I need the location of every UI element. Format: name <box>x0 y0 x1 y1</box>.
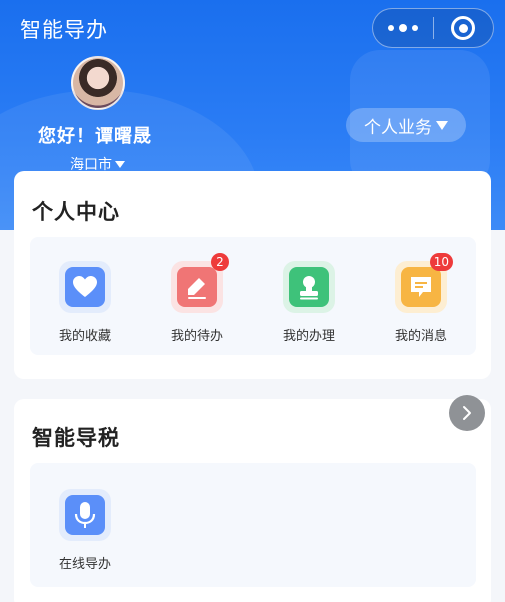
app-title: 智能导办 <box>20 18 108 42</box>
greeting-text: 您好！谭曙晟 <box>38 126 152 147</box>
notification-badge: 10 <box>429 253 453 271</box>
dot-icon <box>388 25 394 31</box>
menu-item-todo[interactable]: 2 我的待办 <box>157 253 237 344</box>
target-icon <box>451 16 476 40</box>
notification-badge: 2 <box>211 253 229 271</box>
more-button[interactable] <box>373 9 433 47</box>
chevron-right-icon <box>463 406 471 420</box>
menu-item-messages[interactable]: 10 我的消息 <box>381 253 461 344</box>
dot-icon <box>399 24 407 32</box>
menu-item-label: 我的消息 <box>394 329 447 344</box>
menu-item-favorites[interactable]: 我的收藏 <box>45 261 125 344</box>
stamp-icon <box>289 267 329 307</box>
chevron-down-icon <box>436 120 448 130</box>
miniprogram-capsule <box>372 8 494 48</box>
edit-icon <box>177 267 217 307</box>
menu-item-online-guide[interactable]: 在线导办 <box>45 489 125 572</box>
menu-item-label: 我的收藏 <box>58 329 111 344</box>
message-icon <box>401 267 441 307</box>
menu-item-label: 我的办理 <box>282 329 335 344</box>
personal-business-button[interactable]: 个人业务 <box>346 108 466 142</box>
chevron-down-icon <box>115 160 125 168</box>
smart-tax-card: 智能导税 在线导办 <box>14 399 491 602</box>
section-title: 智能导税 <box>32 426 120 450</box>
close-button[interactable] <box>434 9 493 47</box>
next-button[interactable] <box>449 395 485 431</box>
personal-business-label: 个人业务 <box>364 117 432 138</box>
avatar[interactable] <box>71 56 125 110</box>
personal-center-card: 个人中心 我的收藏 2 我的待办 我的办理 10 我的消息 <box>14 171 491 379</box>
dot-icon <box>412 25 418 31</box>
menu-item-label: 在线导办 <box>58 557 111 572</box>
menu-item-handled[interactable]: 我的办理 <box>269 261 349 344</box>
heart-icon <box>65 267 105 307</box>
section-title: 个人中心 <box>32 200 120 224</box>
microphone-icon <box>65 495 105 535</box>
menu-item-label: 我的待办 <box>170 329 223 344</box>
personal-center-grid: 我的收藏 2 我的待办 我的办理 10 我的消息 <box>30 237 476 355</box>
smart-tax-grid: 在线导办 <box>30 463 476 587</box>
